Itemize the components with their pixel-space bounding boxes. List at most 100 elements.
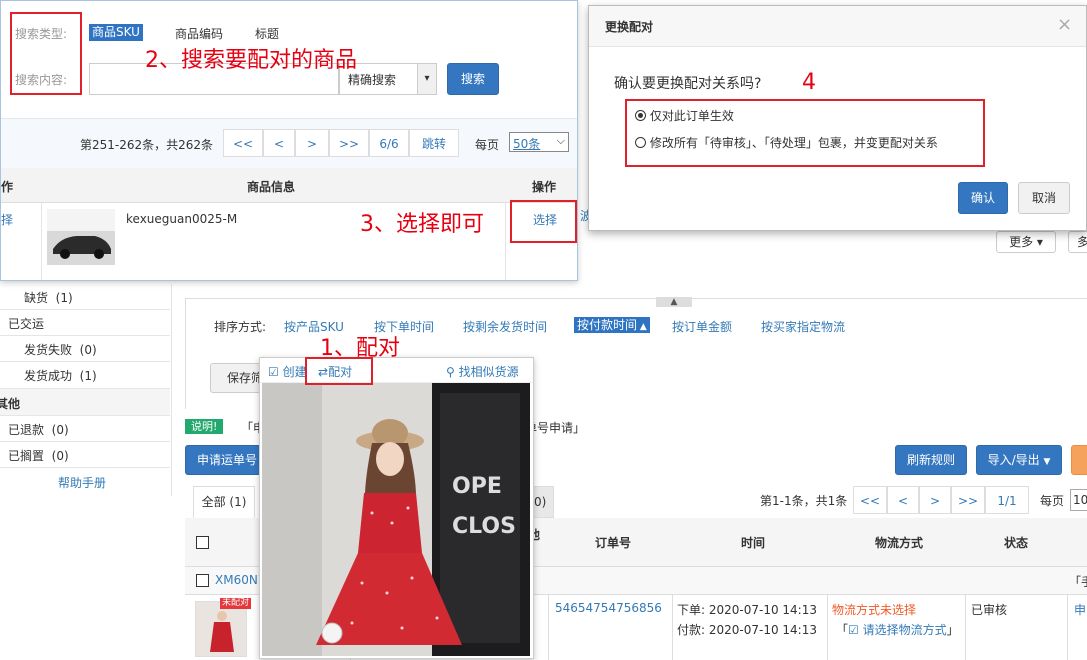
order-time: 下单: 2020-07-10 14:13	[677, 603, 817, 617]
page-prev[interactable]: <	[887, 486, 919, 514]
search-page-prev[interactable]: <	[263, 129, 295, 157]
car-thumbnail	[47, 209, 115, 265]
sidebar-item-count: (1)	[79, 369, 97, 383]
svg-text:OPE: OPE	[452, 474, 502, 499]
tab-all[interactable]: 全部 (1)	[193, 486, 255, 518]
col-divider	[1067, 595, 1068, 660]
notice-tag: 说明!	[185, 419, 224, 434]
page-last[interactable]: >>	[951, 486, 985, 514]
search-type-title[interactable]: 标题	[255, 25, 279, 42]
per-page-select[interactable]: 10	[1070, 489, 1087, 511]
search-per-page-select[interactable]: 50条 ⌵	[509, 132, 569, 152]
col-product-info: 商品信息	[247, 180, 296, 194]
create-label: 创建	[282, 365, 307, 379]
group-checkbox[interactable]	[196, 574, 209, 587]
sidebar-item-stockout[interactable]: 缺货 (1)	[24, 289, 73, 306]
notice-text-right: 单号申请」	[525, 421, 586, 435]
search-result-row: 择 kexueguan0025-M 选择	[1, 203, 577, 280]
annotation-step3: 3、选择即可	[360, 212, 484, 237]
page-next[interactable]: >	[919, 486, 951, 514]
confirm-button[interactable]: 确认	[958, 182, 1008, 214]
dialog-header: 更换配对 ×	[589, 6, 1086, 47]
search-button[interactable]: 搜索	[447, 63, 499, 95]
more-button[interactable]: 更多 ▾	[996, 231, 1056, 253]
col-divider	[965, 595, 966, 660]
import-export-button[interactable]: 导入/导出 ▼	[976, 445, 1062, 475]
col-divider	[827, 595, 828, 660]
search-table-header: 作 商品信息 操作	[1, 168, 577, 203]
sidebar-item-label: 发货成功	[24, 369, 73, 383]
sidebar-section-label: 其他	[0, 397, 21, 411]
sort-by-remaining-time[interactable]: 按剩余发货时间	[463, 318, 547, 335]
sidebar: 缺货 (1) 已交运 发货失败 (0) 发货成功 (1) 其他 已退款 (0) …	[0, 284, 172, 496]
search-page-jump[interactable]: 跳转	[409, 129, 459, 157]
divider	[0, 361, 170, 362]
dialog-title: 更换配对	[605, 20, 654, 34]
search-pager: << < > >> 6/6 跳转	[223, 129, 463, 157]
sort-label-active: 按付款时间	[577, 318, 638, 332]
order-right-link[interactable]: 申	[1074, 601, 1086, 618]
search-type-code[interactable]: 商品编码	[175, 25, 223, 42]
sort-by-amount[interactable]: 按订单金额	[672, 318, 732, 335]
sort-label: 排序方式:	[214, 320, 267, 334]
refresh-rules-button[interactable]: 刷新规则	[895, 445, 967, 475]
more2-button[interactable]: 多	[1068, 231, 1087, 253]
sidebar-item-count: (0)	[79, 343, 97, 357]
extra-orange-button[interactable]	[1071, 445, 1087, 475]
group-label[interactable]: XM60N7	[215, 573, 265, 587]
more-label: 更多	[1009, 235, 1034, 249]
order-status: 已审核	[971, 603, 1008, 617]
sidebar-item-refunded[interactable]: 已退款 (0)	[8, 421, 69, 438]
close-icon[interactable]: ×	[1057, 14, 1072, 35]
import-export-label: 导入/导出	[987, 453, 1040, 467]
choose-logistics-label: 请选择物流方式	[862, 623, 947, 637]
chevron-down-icon: ▾	[1036, 235, 1043, 249]
apply-tracking-button[interactable]: 申请运单号	[185, 445, 269, 475]
find-similar-action[interactable]: ⚲ 找相似货源	[446, 363, 519, 380]
cancel-button[interactable]: 取消	[1018, 182, 1070, 214]
caret-down-icon: ▼	[1043, 457, 1051, 467]
sidebar-item-ship-success[interactable]: 发货成功 (1)	[24, 367, 97, 384]
col-divider	[548, 595, 549, 660]
sort-by-buyer-logistics[interactable]: 按买家指定物流	[761, 318, 845, 335]
page-summary: 第1-1条，共1条	[760, 494, 848, 508]
create-action[interactable]: ☑ 创建	[268, 363, 307, 380]
col-logistics: 物流方式	[875, 536, 924, 550]
col-operation: 操作	[532, 180, 557, 194]
annotation-step2: 2、搜索要配对的商品	[145, 48, 357, 73]
search-page-first[interactable]: <<	[223, 129, 263, 157]
search-per-page-label: 每页	[475, 138, 500, 152]
sidebar-item-label: 缺货	[24, 291, 49, 305]
divider	[0, 309, 170, 310]
product-photo: OPE CLOS	[262, 383, 530, 656]
edit-icon: ☑	[268, 365, 279, 379]
help-manual-link[interactable]: 帮助手册	[58, 474, 106, 491]
sort-by-pay-time[interactable]: 按付款时间 ▲	[574, 317, 650, 333]
row-left-select[interactable]: 择	[1, 211, 13, 228]
select-all-checkbox[interactable]	[196, 536, 209, 549]
col-divider	[505, 203, 506, 280]
divider	[0, 335, 170, 336]
arrow-up-icon: ▲	[637, 322, 647, 332]
sidebar-item-ship-failed[interactable]: 发货失败 (0)	[24, 341, 97, 358]
page-first[interactable]: <<	[853, 486, 887, 514]
col-divider	[41, 203, 42, 280]
chevron-down-icon: ⌵	[556, 134, 565, 147]
order-number-link[interactable]: 54654754756856	[555, 601, 662, 615]
annotation-box-search-labels	[10, 12, 82, 95]
sidebar-item-shelved[interactable]: 已搁置 (0)	[8, 447, 69, 464]
col-status: 状态	[1004, 536, 1029, 550]
search-icon: ⚲	[446, 365, 455, 379]
search-page-last[interactable]: >>	[329, 129, 369, 157]
search-type-sku[interactable]: 商品SKU	[89, 24, 143, 41]
product-popover: ☑ 创建 ⇄配对 ⚲ 找相似货源 OPE CLOS	[259, 357, 534, 659]
col-divider	[672, 595, 673, 660]
col-time: 时间	[741, 536, 766, 550]
search-page-next[interactable]: >	[295, 129, 329, 157]
dialog-question: 确认要更换配对关系吗?	[614, 76, 762, 92]
choose-logistics-link[interactable]: 「☑ 请选择物流方式」	[836, 621, 959, 638]
collapse-handle[interactable]: ▲	[656, 297, 692, 307]
sidebar-item-shipped[interactable]: 已交运	[8, 315, 44, 332]
order-thumb[interactable]	[195, 601, 247, 657]
annotation-box-select	[510, 200, 577, 243]
